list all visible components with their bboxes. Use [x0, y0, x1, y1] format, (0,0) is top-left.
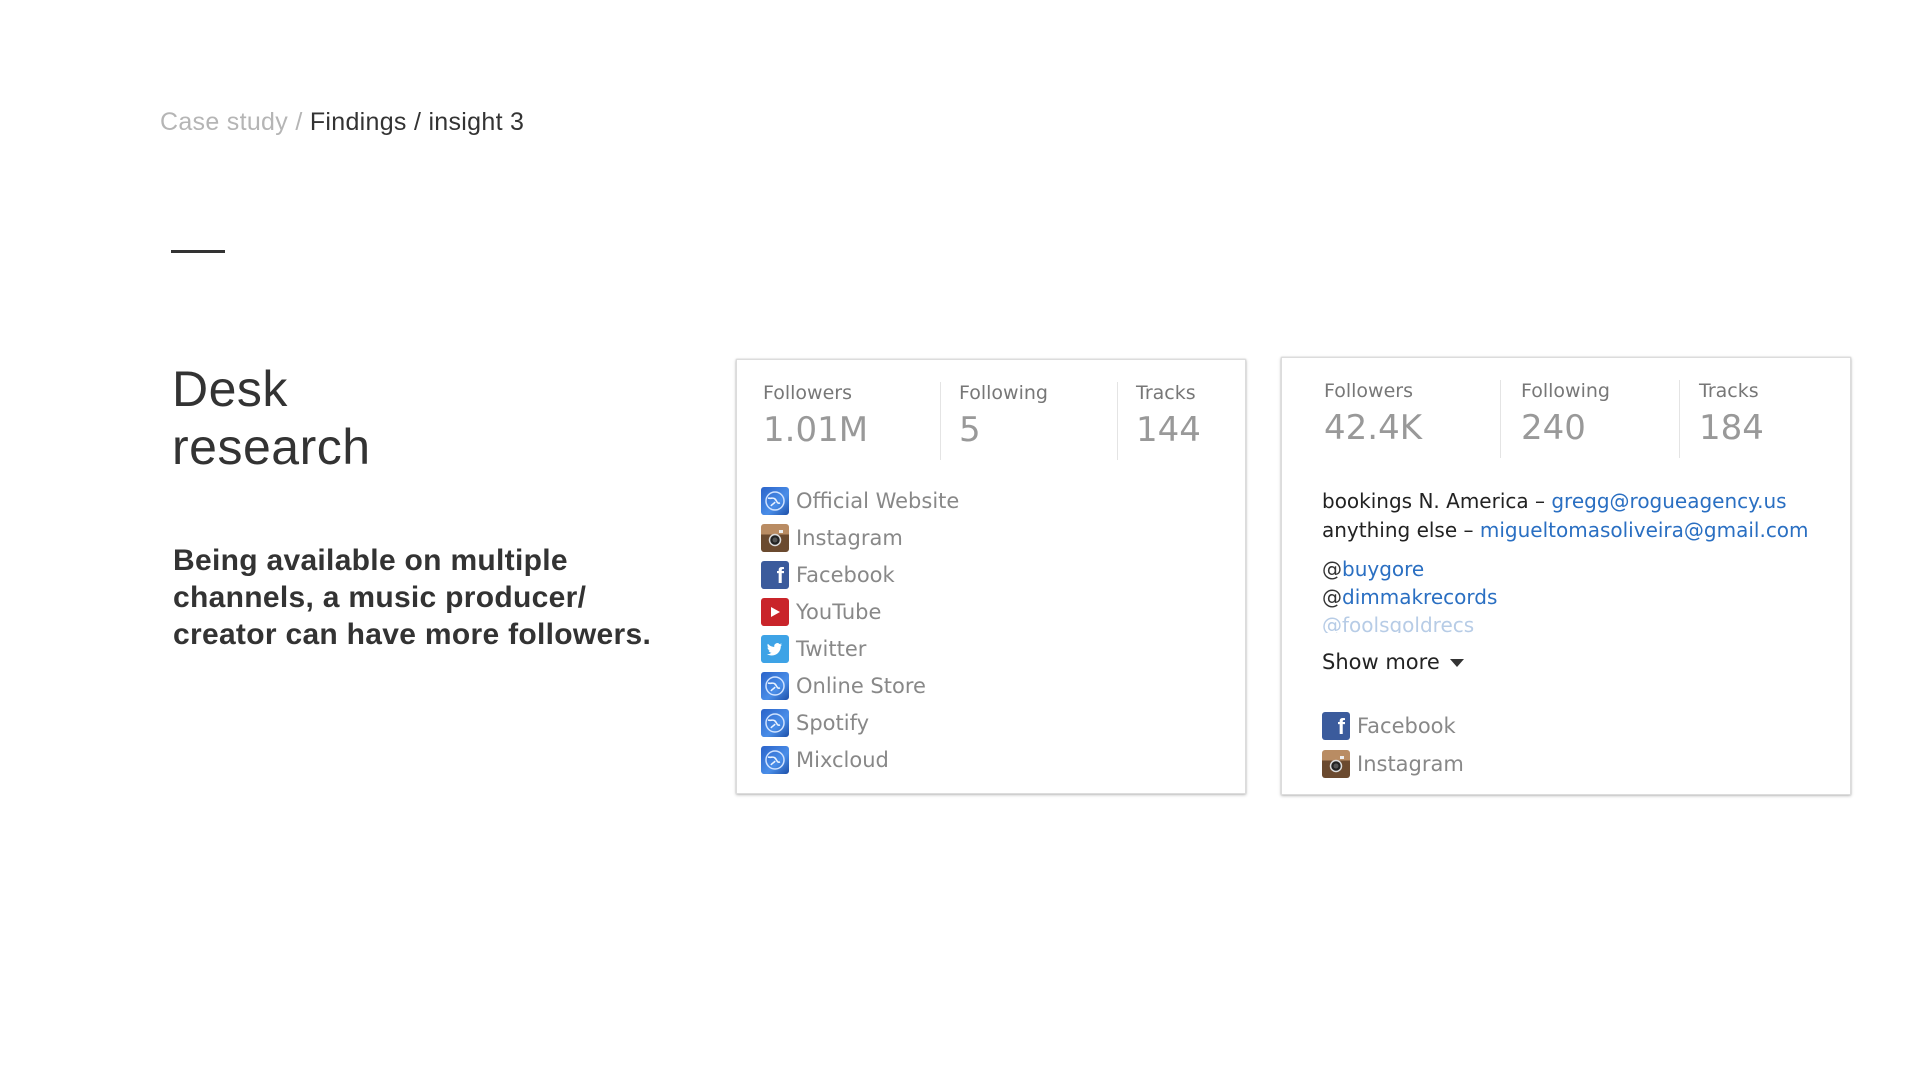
caret-down-icon — [1449, 659, 1464, 667]
link-spotify[interactable]: Spotify — [761, 704, 959, 741]
stat-value: 42.4K — [1324, 408, 1422, 448]
link-twitter[interactable]: Twitter — [761, 630, 959, 667]
handle-link[interactable]: foolsgoldrecs — [1342, 613, 1474, 633]
contact-prefix: anything else – — [1322, 518, 1480, 542]
stat-tracks[interactable]: Tracks 144 — [1136, 382, 1201, 460]
link-youtube[interactable]: YouTube — [761, 593, 959, 630]
link-label: Official Website — [796, 488, 960, 513]
breadcrumb-case-study[interactable]: Case study — [160, 108, 288, 136]
stat-label: Tracks — [1136, 382, 1196, 404]
stat-label: Followers — [763, 382, 852, 404]
profile-card-2: Followers 42.4K Following 240 Tracks 184… — [1281, 357, 1851, 795]
stat-divider — [1500, 380, 1501, 458]
stat-following[interactable]: Following 240 — [1521, 380, 1610, 458]
stat-value: 5 — [959, 410, 981, 450]
globe-icon — [761, 486, 789, 515]
stat-label: Following — [1521, 380, 1610, 402]
stat-divider — [940, 382, 941, 460]
link-mixcloud[interactable]: Mixcloud — [761, 741, 959, 778]
handle-line: @dimmakrecords — [1322, 583, 1497, 611]
facebook-icon: f — [1322, 712, 1350, 740]
stat-divider — [1679, 380, 1680, 458]
breadcrumb-separator: / — [295, 108, 303, 136]
page-title-line2: research — [172, 419, 371, 475]
stat-label: Tracks — [1699, 380, 1759, 402]
show-more-label: Show more — [1322, 650, 1440, 674]
link-instagram[interactable]: Instagram — [761, 519, 959, 556]
contact-prefix: bookings N. America – — [1322, 489, 1552, 513]
handle-line: @foolsgoldrecs — [1322, 611, 1497, 633]
at-sign: @ — [1322, 585, 1342, 609]
stat-label: Followers — [1324, 380, 1413, 402]
handle-line: @buygore — [1322, 555, 1497, 583]
stats-row: Followers 1.01M Following 5 Tracks 144 — [737, 382, 1245, 466]
stat-followers[interactable]: Followers 1.01M — [763, 382, 868, 460]
contact-line: bookings N. America – gregg@rogueagency.… — [1322, 487, 1809, 516]
page-title-line1: Desk — [172, 361, 288, 417]
link-label: Facebook — [796, 562, 895, 587]
globe-icon — [761, 708, 789, 737]
section-divider — [171, 250, 225, 253]
at-sign: @ — [1322, 557, 1342, 581]
show-more-button[interactable]: Show more — [1322, 650, 1464, 674]
stat-label: Following — [959, 382, 1048, 404]
link-label: Instagram — [1357, 752, 1464, 776]
stat-value: 144 — [1136, 410, 1201, 450]
link-facebook[interactable]: f Facebook — [761, 556, 959, 593]
globe-icon — [761, 745, 789, 774]
email-link[interactable]: gregg@rogueagency.us — [1551, 489, 1786, 513]
stat-value: 1.01M — [763, 410, 869, 450]
insight-text: Being available on multiple channels, a … — [173, 544, 652, 651]
email-link[interactable]: migueltomasoliveira@gmail.com — [1480, 518, 1809, 542]
page-title: Desk research — [172, 360, 592, 476]
web-profiles-list: Official Website Instagram f Facebook Yo… — [761, 482, 959, 778]
stats-row: Followers 42.4K Following 240 Tracks 184 — [1282, 380, 1850, 464]
web-profiles-list: f Facebook Instagram — [1322, 707, 1464, 783]
instagram-icon — [1322, 750, 1350, 778]
youtube-icon — [761, 597, 789, 626]
globe-icon — [761, 671, 789, 700]
link-label: YouTube — [796, 599, 882, 624]
breadcrumb-current: Findings / insight 3 — [309, 108, 525, 136]
link-label: Mixcloud — [796, 747, 889, 772]
stat-followers[interactable]: Followers 42.4K — [1324, 380, 1422, 458]
instagram-icon — [761, 523, 789, 552]
stat-following[interactable]: Following 5 — [959, 382, 1048, 460]
bio-contact: bookings N. America – gregg@rogueagency.… — [1322, 487, 1809, 545]
breadcrumb: Case study / Findings / insight 3 — [160, 108, 524, 137]
stat-tracks[interactable]: Tracks 184 — [1699, 380, 1764, 458]
at-sign: @ — [1322, 613, 1342, 633]
contact-line: anything else – migueltomasoliveira@gmai… — [1322, 516, 1809, 545]
link-label: Twitter — [796, 636, 867, 661]
twitter-icon — [761, 634, 789, 663]
bio-handles: @buygore @dimmakrecords @foolsgoldrecs — [1322, 555, 1497, 633]
stat-value: 240 — [1521, 408, 1586, 448]
link-online-store[interactable]: Online Store — [761, 667, 959, 704]
link-instagram[interactable]: Instagram — [1322, 745, 1464, 783]
link-label: Spotify — [796, 710, 870, 735]
link-label: Instagram — [796, 525, 903, 550]
link-label: Facebook — [1357, 714, 1456, 738]
handle-link[interactable]: buygore — [1342, 557, 1424, 581]
facebook-icon: f — [761, 560, 789, 589]
profile-card-1: Followers 1.01M Following 5 Tracks 144 O… — [736, 359, 1246, 794]
link-facebook[interactable]: f Facebook — [1322, 707, 1464, 745]
link-label: Online Store — [796, 673, 926, 698]
stat-divider — [1117, 382, 1118, 460]
link-official-website[interactable]: Official Website — [761, 482, 959, 519]
handle-link[interactable]: dimmakrecords — [1342, 585, 1497, 609]
stat-value: 184 — [1699, 408, 1764, 448]
